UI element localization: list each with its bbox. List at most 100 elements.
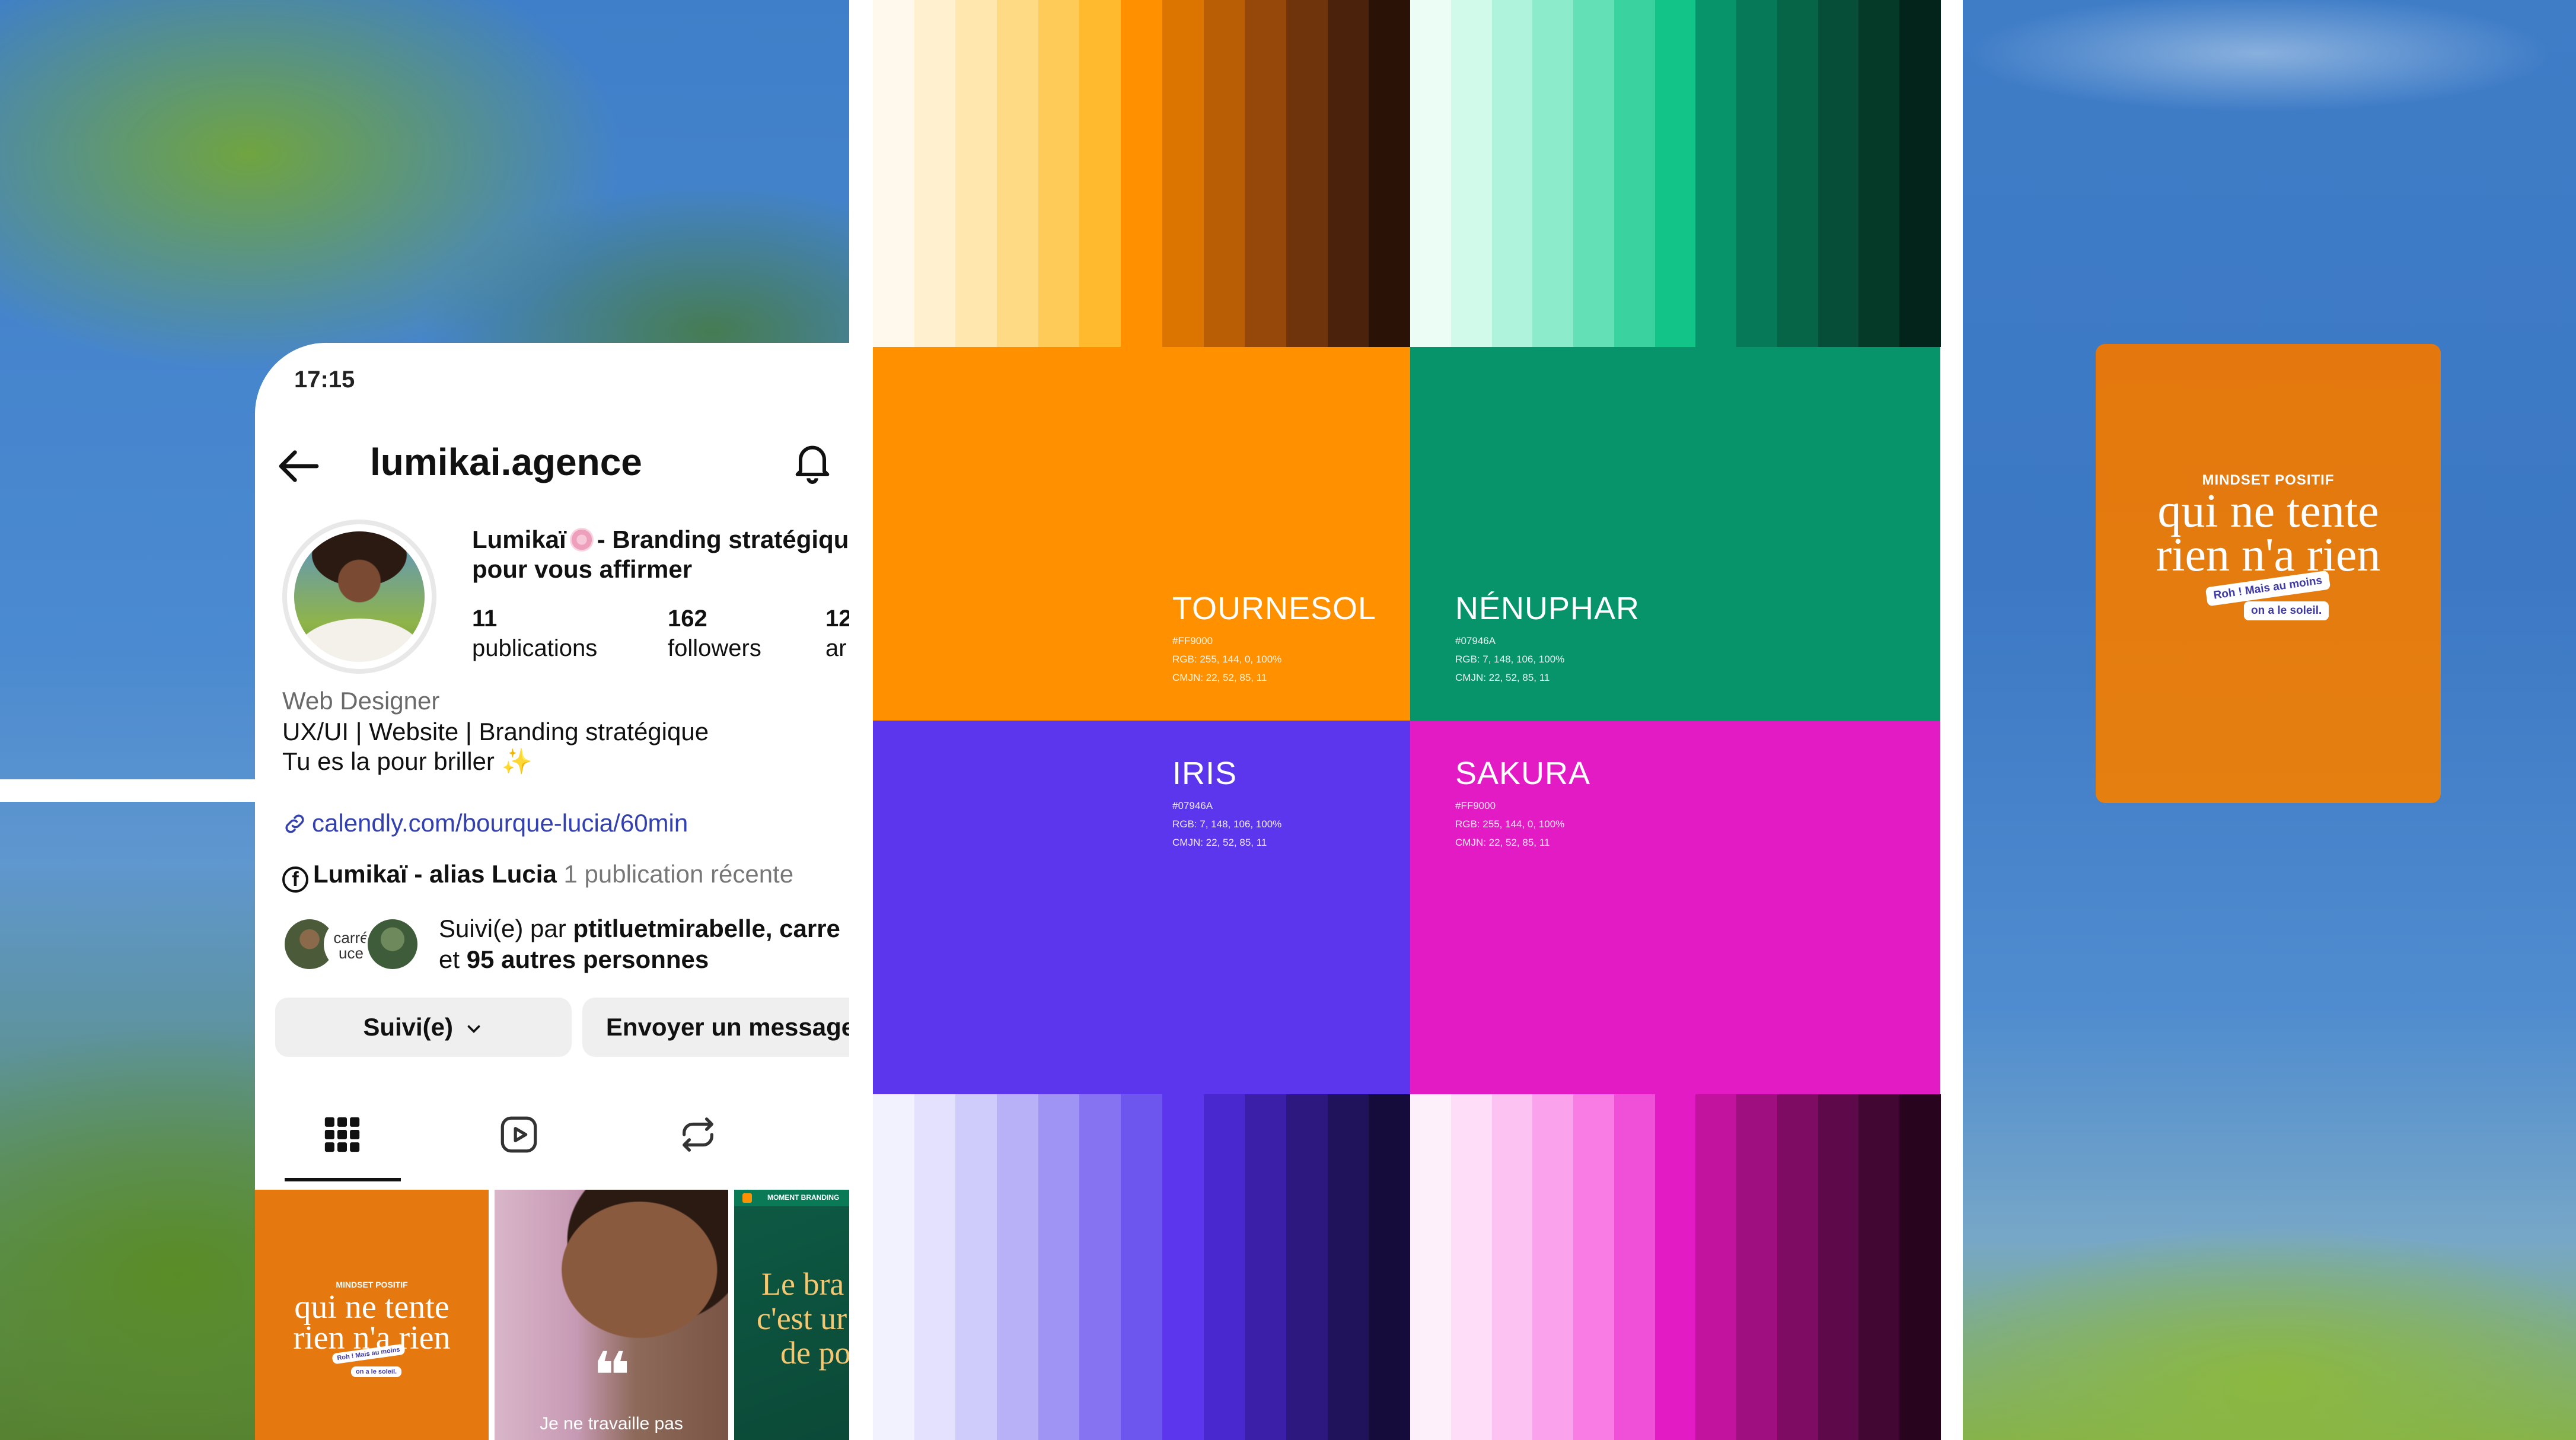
profile-link[interactable]: calendly.com/bourque-lucia/60min: [282, 809, 688, 837]
pink-shade-strip: [1410, 1094, 1941, 1440]
shade-pink-2: [1491, 1094, 1533, 1440]
stat-following[interactable]: 12 ar: [825, 604, 849, 663]
shade-pink-12: [1899, 1094, 1941, 1440]
shade-green-4: [1573, 0, 1615, 347]
post-kicker: MINDSET POSITIF: [336, 1280, 408, 1289]
shade-green-8: [1736, 0, 1778, 347]
profile-avatar[interactable]: [282, 520, 436, 674]
shade-pink-8: [1736, 1094, 1778, 1440]
post-kicker: MOMENT BRANDING: [767, 1193, 840, 1202]
shade-pink-4: [1573, 1094, 1615, 1440]
swatch-iris: IRIS #07946A RGB: 7, 148, 106, 100% CMJN…: [873, 721, 1410, 1094]
mutual-followers[interactable]: Suivi(e) par ptitluetmirabelle, carre et…: [439, 913, 840, 975]
grid-post-2[interactable]: ❝ Je ne travaille pas: [495, 1190, 728, 1440]
shade-pink-1: [1450, 1094, 1493, 1440]
follow-status-button[interactable]: Suivi(e): [275, 998, 572, 1057]
chevron-down-icon: [467, 1025, 480, 1033]
grid-post-1[interactable]: MINDSET POSITIF qui ne tente rien n'a ri…: [255, 1190, 489, 1440]
swatch-rgb: RGB: 7, 148, 106, 100%: [1455, 654, 1565, 665]
stat-value: 11: [472, 606, 498, 632]
bio-title-line2: pour vous affirmer: [472, 555, 693, 583]
shade-green-5: [1614, 0, 1656, 347]
shade-pink-6: [1654, 1094, 1696, 1440]
mutual-names: ptitluetmirabelle, carre: [573, 915, 840, 942]
swatch-sakura: SAKURA #FF9000 RGB: 255, 144, 0, 100% CM…: [1410, 721, 1940, 1094]
link-icon: [285, 814, 304, 833]
facebook-link[interactable]: f Lumikaï - alias Lucia 1 publication réc…: [282, 860, 793, 893]
bio-line-2: Tu es la pour briller ✨: [282, 747, 533, 775]
bio-name: Lumikaï: [472, 525, 566, 553]
post-tag-2: on a le soleil.: [351, 1366, 402, 1377]
avatar-photo: [294, 531, 425, 662]
notification-bell-icon[interactable]: [789, 438, 836, 485]
post-title: Le bra c'est ur de po: [757, 1266, 849, 1370]
shade-orange-5: [1079, 0, 1121, 347]
swatch-rgb: RGB: 7, 148, 106, 100%: [1172, 818, 1282, 830]
grid-tab-icon[interactable]: [321, 1114, 363, 1155]
shade-orange-9: [1245, 0, 1287, 347]
grid-post-3[interactable]: MOMENT BRANDING Le bra c'est ur de po: [734, 1190, 849, 1440]
send-message-button[interactable]: Envoyer un message: [582, 998, 849, 1057]
featured-post: MINDSET POSITIF qui ne tente rien n'a ri…: [2096, 344, 2441, 803]
post-tag-2: on a le soleil.: [2244, 601, 2329, 620]
swatch-tournesol: TOURNESOL #FF9000 RGB: 255, 144, 0, 100%…: [873, 347, 1410, 721]
green-shade-strip: [1410, 0, 1941, 347]
shade-green-2: [1491, 0, 1533, 347]
shade-purple-0: [873, 1094, 915, 1440]
stat-value: 162: [668, 606, 707, 632]
shade-green-6: [1654, 0, 1696, 347]
post-title-line-2: c'est ur: [757, 1301, 847, 1336]
post-title: qui ne tente rien n'a rien: [2096, 485, 2441, 581]
shade-orange-6: [1121, 0, 1163, 347]
active-tab-indicator: [285, 1178, 401, 1181]
swatch-rgb: RGB: 255, 144, 0, 100%: [1455, 818, 1565, 830]
profile-username: lumikai.agence: [370, 441, 642, 483]
post-logo-icon: [742, 1193, 752, 1203]
stat-value: 12: [825, 606, 849, 632]
status-time: 17:15: [294, 367, 355, 393]
shade-pink-0: [1410, 1094, 1452, 1440]
post-title-line-1: qui ne tente: [2157, 485, 2379, 537]
swatch-cmjn: CMJN: 22, 52, 85, 11: [1172, 837, 1267, 848]
swatch-name: SAKURA: [1455, 756, 1591, 791]
shade-purple-7: [1162, 1094, 1204, 1440]
reposts-tab-icon[interactable]: [677, 1114, 719, 1155]
shade-pink-11: [1858, 1094, 1900, 1440]
link-text: calendly.com/bourque-lucia/60min: [312, 809, 688, 837]
shade-orange-12: [1369, 0, 1411, 347]
reels-tab-icon[interactable]: [498, 1114, 540, 1155]
post-title-line-2: rien n'a rien: [2156, 528, 2381, 581]
facebook-icon: f: [282, 866, 308, 893]
shade-orange-0: [873, 0, 915, 347]
background-divider: [0, 779, 255, 802]
profile-category: Web Designer: [282, 687, 440, 715]
back-arrow-icon[interactable]: [275, 442, 323, 490]
stat-followers[interactable]: 162 followers: [668, 604, 761, 663]
shade-orange-2: [955, 0, 997, 347]
shade-purple-4: [1038, 1094, 1080, 1440]
stat-label: followers: [668, 635, 761, 661]
shade-purple-5: [1079, 1094, 1121, 1440]
shade-purple-8: [1203, 1094, 1245, 1440]
shade-orange-11: [1327, 0, 1369, 347]
shade-orange-10: [1286, 0, 1328, 347]
post-caption: Je ne travaille pas: [540, 1414, 683, 1433]
facebook-name: Lumikaï - alias Lucia: [313, 860, 557, 888]
mutual-others: 95 autres personnes: [466, 945, 709, 973]
bio-title: Lumikaï - Branding stratégique: [472, 525, 849, 554]
shade-pink-3: [1532, 1094, 1574, 1440]
shade-green-10: [1818, 0, 1860, 347]
shade-orange-4: [1038, 0, 1080, 347]
shade-purple-10: [1286, 1094, 1328, 1440]
stat-publications[interactable]: 11 publications: [472, 604, 597, 663]
swatch-hex: #07946A: [1455, 635, 1496, 646]
shade-pink-5: [1614, 1094, 1656, 1440]
flower-emoji-icon: [569, 528, 594, 552]
orange-shade-strip: [873, 0, 1411, 347]
mutual-avatar-label: carré uce: [333, 929, 369, 962]
quote-mark-icon: ❝: [592, 1340, 631, 1413]
swatch-hex: #FF9000: [1172, 635, 1213, 646]
post-title-line-1: Le bra: [761, 1266, 844, 1302]
shade-green-9: [1777, 0, 1819, 347]
swatch-nenuphar: NÉNUPHAR #07946A RGB: 7, 148, 106, 100% …: [1410, 347, 1940, 721]
